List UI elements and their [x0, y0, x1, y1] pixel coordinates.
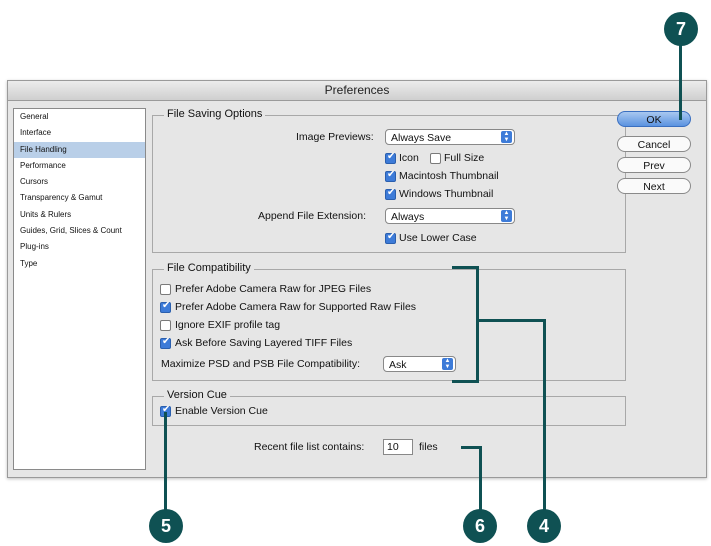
select-arrows-icon: ▲ ▼	[501, 131, 512, 143]
use-lower-case-checkbox[interactable]	[385, 231, 396, 244]
sidebar-item-cursors[interactable]: Cursors	[14, 174, 145, 190]
callout-6: 6	[463, 509, 497, 543]
windows-thumbnail-checkbox[interactable]	[385, 187, 396, 200]
ignore-exif-checkbox[interactable]	[160, 320, 171, 331]
sidebar-item-transparency-gamut[interactable]: Transparency & Gamut	[14, 190, 145, 206]
sidebar-item-units-rulers[interactable]: Units & Rulers	[14, 207, 145, 223]
recent-files-suffix: files	[419, 441, 438, 453]
enable-version-cue-label: Enable Version Cue	[175, 405, 268, 417]
callout-5-line	[164, 412, 167, 511]
prefer-acr-jpeg-checkbox[interactable]	[160, 284, 171, 295]
append-extension-select[interactable]: Always ▲ ▼	[385, 208, 515, 224]
prefer-acr-raw-label: Prefer Adobe Camera Raw for Supported Ra…	[175, 301, 417, 313]
callout-4-connector	[476, 319, 546, 322]
sidebar-item-general[interactable]: General	[14, 109, 145, 125]
recent-files-label: Recent file list contains:	[254, 441, 365, 453]
file-saving-options-title: File Saving Options	[164, 108, 266, 120]
ask-layered-tiff-checkbox[interactable]	[160, 336, 171, 349]
sidebar-item-guides-grid[interactable]: Guides, Grid, Slices & Count	[14, 223, 145, 239]
icon-label: Icon	[399, 152, 419, 164]
callout-7-line	[679, 43, 682, 120]
window-title: Preferences	[8, 81, 706, 101]
recent-files-count-input[interactable]: 10	[383, 439, 413, 455]
callout-6-line	[479, 446, 482, 511]
ask-layered-tiff-label: Ask Before Saving Layered TIFF Files	[175, 337, 353, 349]
select-arrows-icon: ▲ ▼	[501, 210, 512, 222]
image-previews-value: Always Save	[391, 132, 452, 144]
sidebar-item-type[interactable]: Type	[14, 256, 145, 272]
sidebar-item-interface[interactable]: Interface	[14, 125, 145, 141]
windows-thumbnail-label: Windows Thumbnail	[399, 188, 494, 200]
append-extension-value: Always	[391, 211, 425, 223]
macintosh-thumbnail-label: Macintosh Thumbnail	[399, 170, 499, 182]
next-button[interactable]: Next	[617, 178, 691, 194]
callout-4-line	[543, 319, 546, 511]
image-previews-label: Image Previews:	[296, 131, 374, 143]
sidebar-item-plug-ins[interactable]: Plug-ins	[14, 239, 145, 255]
select-arrows-icon: ▲ ▼	[442, 358, 453, 370]
preferences-sidebar: General Interface File Handling Performa…	[13, 108, 146, 470]
sidebar-item-file-handling[interactable]: File Handling	[14, 141, 145, 158]
append-extension-label: Append File Extension:	[258, 210, 366, 222]
image-previews-select[interactable]: Always Save ▲ ▼	[385, 129, 515, 145]
ignore-exif-label: Ignore EXIF profile tag	[175, 319, 281, 331]
file-compatibility-title: File Compatibility	[164, 262, 254, 274]
icon-checkbox[interactable]	[385, 151, 396, 164]
cancel-button[interactable]: Cancel	[617, 136, 691, 152]
use-lower-case-label: Use Lower Case	[399, 232, 477, 244]
full-size-label: Full Size	[444, 152, 485, 164]
prefer-acr-jpeg-label: Prefer Adobe Camera Raw for JPEG Files	[175, 283, 372, 295]
macintosh-thumbnail-checkbox[interactable]	[385, 169, 396, 182]
maximize-compatibility-value: Ask	[389, 359, 407, 371]
callout-4: 4	[527, 509, 561, 543]
version-cue-title: Version Cue	[164, 389, 230, 401]
sidebar-item-performance[interactable]: Performance	[14, 158, 145, 174]
maximize-compatibility-select[interactable]: Ask ▲ ▼	[383, 356, 456, 372]
callout-7: 7	[664, 12, 698, 46]
prefer-acr-raw-checkbox[interactable]	[160, 300, 171, 313]
prev-button[interactable]: Prev	[617, 157, 691, 173]
full-size-checkbox[interactable]	[430, 153, 441, 164]
callout-4-bracket-bottom	[452, 380, 479, 383]
callout-4-bracket-vertical	[476, 266, 479, 383]
callout-4-bracket-top	[452, 266, 479, 269]
maximize-compatibility-label: Maximize PSD and PSB File Compatibility:	[161, 358, 360, 370]
callout-5: 5	[149, 509, 183, 543]
